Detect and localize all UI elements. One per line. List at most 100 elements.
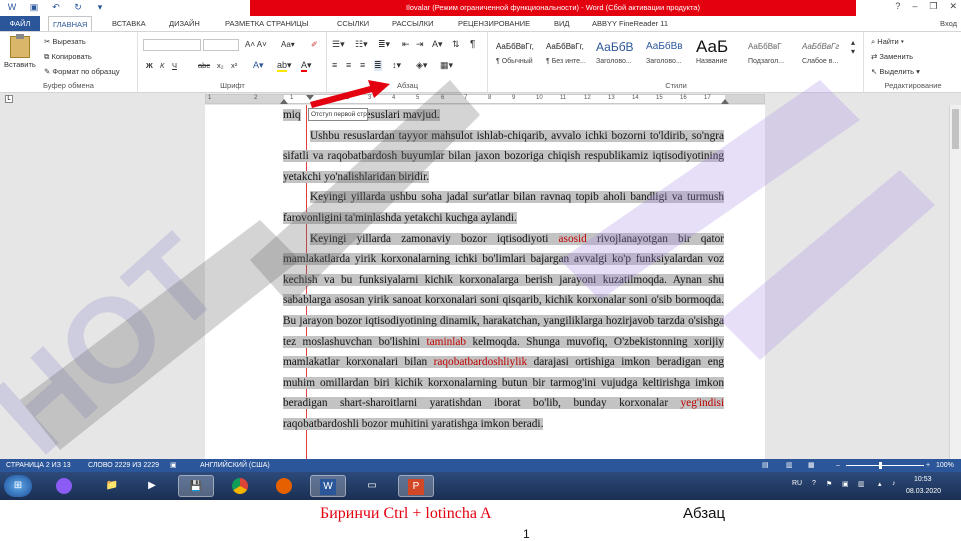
- floppy-app-icon[interactable]: 💾: [178, 475, 214, 497]
- tab-review[interactable]: РЕЦЕНЗИРОВАНИЕ: [454, 16, 534, 31]
- alice-icon[interactable]: [46, 475, 82, 497]
- underline-button[interactable]: Ч: [172, 61, 177, 70]
- style-heading1[interactable]: АаБбВ Заголово...: [593, 36, 643, 72]
- italic-button[interactable]: К: [160, 61, 164, 70]
- show-marks-button[interactable]: ¶: [470, 39, 475, 50]
- document-text[interactable]: miq ashyo resuslari mavjud. Ushbu resusla…: [283, 105, 725, 435]
- tab-mailings[interactable]: РАССЫЛКИ: [388, 16, 438, 31]
- tab-references[interactable]: ССЫЛКИ: [333, 16, 373, 31]
- proofing-icon[interactable]: ▣: [170, 459, 177, 472]
- clear-format-icon[interactable]: ✐: [311, 40, 318, 49]
- align-right-icon[interactable]: ≡: [360, 60, 365, 70]
- tray-app-icon[interactable]: ▣: [842, 480, 849, 488]
- redo-icon[interactable]: ↻: [72, 2, 84, 13]
- style-heading2[interactable]: АаБбВв Заголово...: [643, 36, 693, 72]
- font-color-icon[interactable]: A▾: [301, 60, 312, 72]
- clock-date[interactable]: 08.03.2020: [906, 488, 941, 495]
- scrollbar-thumb[interactable]: [952, 109, 959, 149]
- ruler-track[interactable]: 1 2 1 2 3 4 5 6 7 8 9 10 11 12 13 14 15 …: [205, 94, 765, 104]
- right-indent-marker[interactable]: [721, 99, 729, 104]
- display-app-icon[interactable]: ▭: [354, 475, 390, 497]
- tab-design[interactable]: ДИЗАЙН: [165, 16, 204, 31]
- media-player-icon[interactable]: ▶: [134, 475, 170, 497]
- copy-button[interactable]: ⧉ Копировать: [44, 52, 92, 62]
- style-no-spacing[interactable]: АаБбВвГг, ¶ Без инте...: [543, 36, 593, 72]
- paste-icon[interactable]: [10, 34, 30, 58]
- grow-font-icon[interactable]: A˄ A˅: [245, 40, 267, 49]
- zoom-out-icon[interactable]: –: [836, 459, 840, 472]
- word-taskbar-icon[interactable]: W: [310, 475, 346, 497]
- numbering-icon[interactable]: ☷▾: [355, 39, 368, 50]
- select-button[interactable]: ↖ Выделить ▾: [871, 67, 920, 76]
- chrome-icon[interactable]: [222, 475, 258, 497]
- file-explorer-icon[interactable]: 📁: [94, 475, 130, 497]
- line-spacing-icon[interactable]: ↕▾: [392, 60, 401, 71]
- align-left-icon[interactable]: ≡: [332, 60, 337, 70]
- strikethrough-button[interactable]: abc: [198, 61, 210, 70]
- zoom-slider[interactable]: [846, 465, 924, 466]
- save-icon[interactable]: ▣: [28, 2, 40, 13]
- customize-qat-icon[interactable]: ▾: [94, 2, 106, 13]
- shading-icon[interactable]: ◈▾: [416, 60, 427, 71]
- styles-scroll-icon[interactable]: ▴ ▾: [851, 38, 855, 56]
- text-effects-icon[interactable]: A▾: [253, 60, 264, 71]
- document-page[interactable]: miq ashyo resuslari mavjud. Ushbu resusla…: [205, 105, 765, 459]
- style-normal[interactable]: АаБбВвГг, ¶ Обычный: [493, 36, 543, 72]
- clock-time[interactable]: 10:53: [914, 476, 932, 483]
- word-count[interactable]: СЛОВО 2229 ИЗ 2229: [88, 459, 159, 472]
- change-case-icon[interactable]: Aa▾: [281, 40, 295, 49]
- tab-file[interactable]: ФАЙЛ: [0, 16, 40, 31]
- first-line-indent-marker[interactable]: [306, 95, 314, 100]
- style-subtitle[interactable]: АаБбВвГ Подзагол...: [745, 36, 795, 72]
- style-title[interactable]: АаБ Название: [693, 36, 743, 72]
- keyboard-language[interactable]: RU: [792, 480, 802, 487]
- highlight-icon[interactable]: ab▾: [277, 60, 292, 72]
- find-button[interactable]: ⌕ Найти ▾: [871, 37, 904, 47]
- powerpoint-taskbar-icon[interactable]: P: [398, 475, 434, 497]
- volume-icon[interactable]: ♪: [892, 480, 896, 487]
- increase-indent-icon[interactable]: ⇥: [416, 39, 424, 50]
- tray-help-icon[interactable]: ?: [812, 480, 816, 487]
- page-count[interactable]: СТРАНИЦА 2 ИЗ 13: [6, 459, 71, 472]
- restore-button[interactable]: ❐: [929, 1, 937, 12]
- tray-flag-icon[interactable]: ⚑: [826, 480, 832, 488]
- format-painter-button[interactable]: ✎ Формат по образцу: [44, 67, 120, 76]
- paste-button[interactable]: Вставить: [4, 60, 36, 69]
- read-mode-icon[interactable]: ▤: [762, 459, 769, 472]
- align-center-icon[interactable]: ≡: [346, 60, 351, 70]
- font-name-box[interactable]: [143, 39, 201, 51]
- tray-network-icon[interactable]: ▥: [858, 480, 865, 488]
- asian-layout-icon[interactable]: A▾: [432, 39, 443, 50]
- cut-button[interactable]: ✂ Вырезать: [44, 37, 86, 46]
- tab-selector-icon[interactable]: L: [5, 95, 13, 103]
- sort-icon[interactable]: ⇅: [452, 39, 460, 50]
- print-layout-icon[interactable]: ▥: [786, 459, 793, 472]
- multilevel-list-icon[interactable]: ≣▾: [378, 39, 390, 50]
- tab-page-layout[interactable]: РАЗМЕТКА СТРАНИЦЫ: [221, 16, 312, 31]
- hanging-indent-marker[interactable]: [280, 99, 288, 104]
- tab-insert[interactable]: ВСТАВКА: [108, 16, 150, 31]
- sign-in-link[interactable]: Вход: [940, 16, 957, 31]
- decrease-indent-icon[interactable]: ⇤: [402, 39, 410, 50]
- web-layout-icon[interactable]: ▦: [808, 459, 815, 472]
- close-button[interactable]: ✕: [949, 1, 957, 12]
- font-size-box[interactable]: [203, 39, 239, 51]
- minimize-button[interactable]: –: [912, 1, 917, 12]
- superscript-button[interactable]: x²: [231, 61, 237, 70]
- zoom-level[interactable]: 100%: [936, 459, 954, 472]
- bullets-icon[interactable]: ☰▾: [332, 39, 345, 50]
- tray-expand-icon[interactable]: ▴: [878, 480, 882, 488]
- replace-button[interactable]: ⇄ Заменить: [871, 52, 913, 61]
- help-button[interactable]: ?: [895, 1, 900, 12]
- borders-icon[interactable]: ▦▾: [440, 60, 453, 71]
- vertical-scrollbar[interactable]: [949, 105, 961, 459]
- subscript-button[interactable]: x₂: [217, 61, 224, 70]
- bold-button[interactable]: Ж: [146, 61, 153, 70]
- justify-icon[interactable]: ≣: [374, 60, 382, 71]
- horizontal-ruler[interactable]: L 1 2 1 2 3 4 5 6 7 8 9 10 11 12 13 14 1…: [0, 93, 961, 105]
- undo-icon[interactable]: ↶: [50, 2, 62, 13]
- tab-abbyy[interactable]: ABBYY FineReader 11: [588, 16, 672, 31]
- language-indicator[interactable]: АНГЛИЙСКИЙ (США): [200, 459, 270, 472]
- style-subtle-emphasis[interactable]: АаБбВвГг Слабое в...: [799, 36, 849, 72]
- tab-view[interactable]: ВИД: [550, 16, 573, 31]
